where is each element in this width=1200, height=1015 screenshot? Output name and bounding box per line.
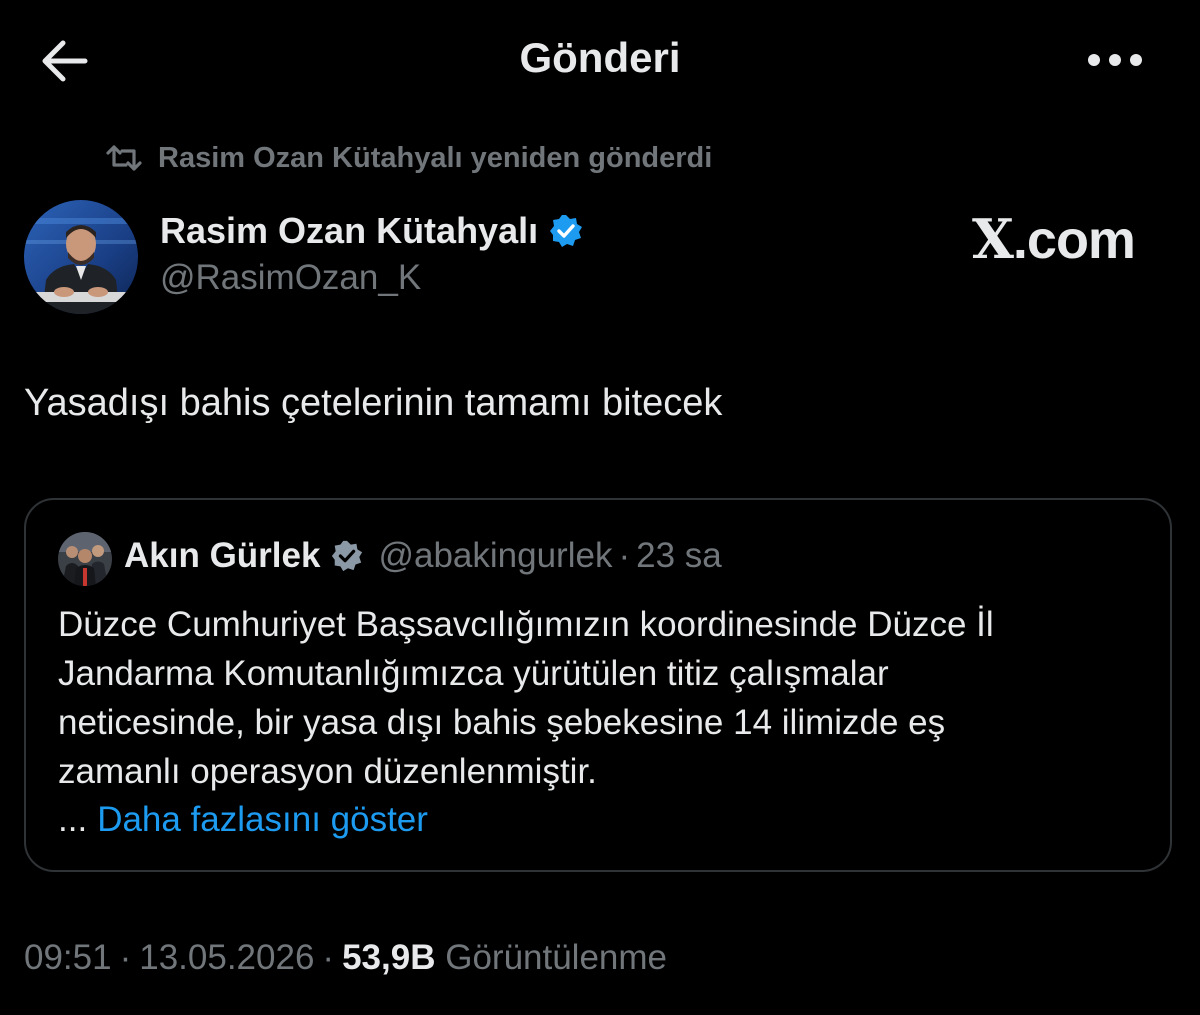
- repost-indicator[interactable]: Rasim Ozan Kütahyalı yeniden gönderdi: [104, 138, 712, 178]
- show-more-row: ... Daha fazlasını göster: [58, 800, 428, 840]
- quoted-text-line: Jandarma Komutanlığımızca yürütülen titi…: [58, 654, 889, 693]
- quoted-author-avatar[interactable]: [58, 532, 112, 586]
- header-separator: ·: [618, 536, 631, 575]
- x-com-watermark: X.com: [972, 207, 1136, 271]
- post-meta: 09:51 · 13.05.2026 · 53,9B Görüntülenme: [24, 938, 667, 978]
- repost-icon: [104, 142, 144, 174]
- quoted-author-name[interactable]: Akın Gürlek: [124, 536, 320, 576]
- meta-separator: ·: [119, 938, 132, 977]
- ellipsis: ...: [58, 800, 88, 839]
- repost-text: Rasim Ozan Kütahyalı yeniden gönderdi: [158, 141, 713, 174]
- quoted-post-header: Akın Gürlek @abakingurlek · 23 sa: [124, 536, 722, 576]
- author-name[interactable]: Rasim Ozan Kütahyalı: [160, 210, 584, 252]
- more-horizontal-icon: [1088, 54, 1142, 66]
- post-time[interactable]: 09:51: [24, 938, 112, 977]
- verified-badge-icon: [330, 539, 364, 573]
- quoted-text-line: neticesinde, bir yasa dışı bahis şebekes…: [58, 703, 946, 742]
- author-avatar[interactable]: [24, 200, 138, 314]
- views-label: Görüntülenme: [445, 938, 668, 977]
- author-name-text: Rasim Ozan Kütahyalı: [160, 210, 539, 251]
- quoted-text-line: Düzce Cumhuriyet Başsavcılığımızın koord…: [58, 605, 994, 644]
- page-title: Gönderi: [519, 34, 681, 81]
- watermark-domain: .com: [1012, 210, 1136, 270]
- post-text: Yasadışı bahis çetelerinin tamamı bitece…: [24, 382, 723, 424]
- quoted-author-handle[interactable]: @abakingurlek: [378, 536, 612, 576]
- views-count: 53,9B: [342, 938, 436, 977]
- quoted-post-text: Düzce Cumhuriyet Başsavcılığımızın koord…: [58, 600, 1148, 796]
- quoted-text-line: zamanlı operasyon düzenlenmiştir.: [58, 752, 597, 791]
- watermark-x: X: [972, 207, 1014, 271]
- author-handle[interactable]: @RasimOzan_K: [160, 258, 421, 298]
- show-more-link[interactable]: Daha fazlasını göster: [97, 800, 428, 839]
- post-date[interactable]: 13.05.2026: [139, 938, 314, 977]
- quoted-post-card[interactable]: Akın Gürlek @abakingurlek · 23 sa Düzce …: [24, 498, 1172, 872]
- top-bar: Gönderi: [0, 0, 1200, 120]
- quoted-post-time[interactable]: 23 sa: [636, 536, 722, 576]
- meta-separator: ·: [322, 938, 335, 977]
- verified-badge-icon: [548, 213, 584, 249]
- more-options-button[interactable]: [1080, 40, 1150, 80]
